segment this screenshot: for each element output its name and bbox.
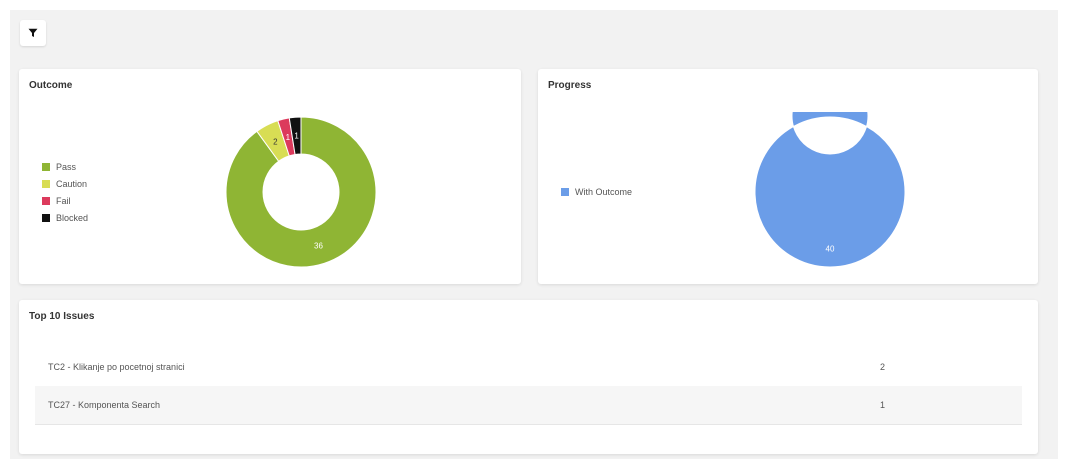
issue-count: 1 — [880, 400, 886, 410]
legend-item-caution[interactable]: Caution — [42, 175, 88, 192]
legend-swatch — [42, 213, 50, 222]
legend-label: With Outcome — [575, 186, 633, 197]
legend-item-fail[interactable]: Fail — [42, 192, 88, 209]
outcome-title: Outcome — [29, 80, 73, 91]
donut-label-pass: 36 — [314, 242, 323, 251]
legend-item-with-outcome[interactable]: With Outcome — [561, 183, 632, 200]
filter-icon — [28, 28, 38, 37]
filter-button[interactable] — [20, 20, 46, 46]
legend-label: Caution — [56, 178, 88, 189]
legend-label: Fail — [56, 195, 71, 206]
legend-label: Pass — [56, 161, 77, 172]
legend-swatch — [561, 187, 569, 196]
donut-label-caution: 2 — [273, 138, 278, 147]
outcome-donut-chart: 3621 1 — [225, 116, 377, 268]
issue-row[interactable]: TC27 - Komponenta Search 1 — [35, 386, 1022, 425]
legend-label: Blocked — [56, 212, 89, 223]
donut-label-fail: 1 — [286, 133, 291, 142]
legend-swatch — [42, 179, 50, 188]
top-issues-card: Top 10 Issues TC2 - Klikanje po pocetnoj… — [19, 300, 1038, 454]
progress-legend: With Outcome — [561, 183, 632, 200]
progress-card: Progress With Outcome 40 — [538, 69, 1038, 284]
progress-title: Progress — [548, 80, 592, 91]
legend-swatch — [42, 162, 50, 171]
outcome-card: Outcome Pass Caution Fail Blocked 36 2 1 1 — [19, 69, 521, 284]
legend-item-pass[interactable]: Pass — [42, 158, 88, 175]
issue-row[interactable]: TC2 - Klikanje po pocetnoj stranici 2 — [35, 348, 1022, 387]
progress-donut-chart: 40 — [754, 112, 906, 268]
issue-name: TC27 - Komponenta Search — [48, 400, 161, 410]
top-issues-title: Top 10 Issues — [29, 311, 95, 322]
donut-label-with-outcome: 40 — [826, 245, 835, 254]
issue-count: 2 — [880, 362, 886, 372]
outcome-legend: Pass Caution Fail Blocked — [42, 158, 88, 226]
legend-swatch — [42, 196, 50, 205]
issue-name: TC2 - Klikanje po pocetnoj stranici — [48, 362, 185, 372]
donut-label-blocked: 1 — [294, 132, 299, 141]
legend-item-blocked[interactable]: Blocked — [42, 209, 88, 226]
